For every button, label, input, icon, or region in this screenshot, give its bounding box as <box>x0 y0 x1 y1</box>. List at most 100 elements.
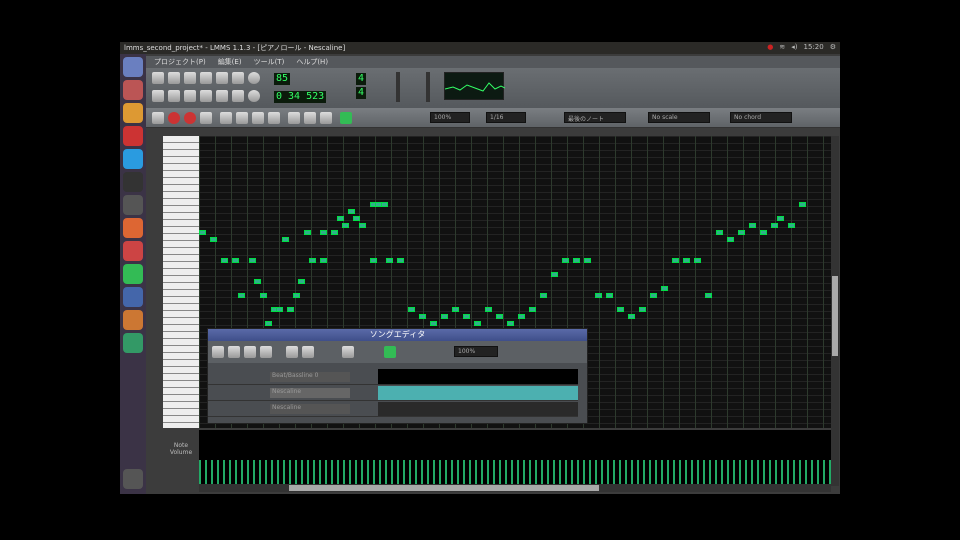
note-volume-area[interactable] <box>199 430 831 488</box>
song-editor-button[interactable] <box>152 90 164 102</box>
song-record-play-button[interactable] <box>244 346 256 358</box>
note[interactable] <box>441 314 448 319</box>
note[interactable] <box>320 230 327 235</box>
note[interactable] <box>254 279 261 284</box>
note[interactable] <box>276 307 283 312</box>
copy-button[interactable] <box>304 112 316 124</box>
note[interactable] <box>210 237 217 242</box>
controller-rack-button[interactable] <box>232 90 244 102</box>
save-button[interactable] <box>200 72 212 84</box>
draw-mode-button[interactable] <box>342 346 354 358</box>
note[interactable] <box>347 209 355 214</box>
software-center-icon[interactable] <box>123 218 143 238</box>
menu-tools[interactable]: ツール(T) <box>254 57 285 67</box>
detune-mode-button[interactable] <box>268 112 280 124</box>
volume-icon[interactable]: ◂) <box>791 43 797 51</box>
tempo-display[interactable]: 85 <box>274 73 291 85</box>
note[interactable] <box>551 272 558 277</box>
note[interactable] <box>507 321 514 326</box>
lmms-icon[interactable] <box>123 264 143 284</box>
note[interactable] <box>760 230 767 235</box>
mixer-button[interactable] <box>216 90 228 102</box>
note[interactable] <box>397 258 404 263</box>
note[interactable] <box>716 230 723 235</box>
open-project-button[interactable] <box>168 72 180 84</box>
erase-mode-button[interactable] <box>236 112 248 124</box>
scale-combo[interactable]: No scale <box>648 112 710 123</box>
note[interactable] <box>672 258 679 263</box>
song-play-button[interactable] <box>212 346 224 358</box>
note[interactable] <box>331 230 338 235</box>
note[interactable] <box>358 223 366 228</box>
note[interactable] <box>430 321 437 326</box>
note[interactable] <box>419 314 426 319</box>
quantize-combo[interactable]: 1/16 <box>486 112 526 123</box>
note[interactable] <box>237 293 245 298</box>
stop-button[interactable] <box>200 112 212 124</box>
files-icon[interactable] <box>123 80 143 100</box>
draw-mode-button[interactable] <box>220 112 232 124</box>
note[interactable] <box>221 258 228 263</box>
note[interactable] <box>639 307 646 312</box>
whats-this-button[interactable] <box>248 72 260 84</box>
track-row[interactable]: Nescaline <box>208 385 578 401</box>
track-row[interactable]: Nescaline <box>208 401 578 417</box>
trash-icon[interactable] <box>123 469 143 489</box>
oscilloscope[interactable] <box>444 72 506 100</box>
app-icon[interactable] <box>123 172 143 192</box>
note[interactable] <box>408 307 415 312</box>
chord-combo[interactable]: No chord <box>730 112 792 123</box>
note[interactable] <box>738 230 745 235</box>
add-bb-track-button[interactable] <box>286 346 298 358</box>
record-while-playing-button[interactable] <box>184 112 196 124</box>
track-name[interactable]: Nescaline <box>270 404 350 414</box>
note[interactable] <box>199 230 206 235</box>
note[interactable] <box>749 223 756 228</box>
note[interactable] <box>342 223 349 228</box>
song-zoom-combo[interactable]: 100% <box>454 346 498 357</box>
pattern-clip[interactable] <box>378 402 578 416</box>
app-icon[interactable] <box>123 195 143 215</box>
vertical-scrollbar[interactable] <box>831 136 839 486</box>
pattern-clip[interactable] <box>378 386 578 400</box>
note[interactable] <box>309 258 316 263</box>
note[interactable] <box>798 202 806 207</box>
note[interactable] <box>727 237 734 242</box>
track-name[interactable]: Beat/Bassline 0 <box>270 372 350 382</box>
note[interactable] <box>529 307 536 312</box>
note[interactable] <box>303 230 311 235</box>
export-tracks-button[interactable] <box>232 72 244 84</box>
app-icon[interactable] <box>123 310 143 330</box>
note[interactable] <box>474 321 481 326</box>
new-project-button[interactable] <box>152 72 164 84</box>
piano-keyboard[interactable] <box>163 136 199 428</box>
note[interactable] <box>496 314 503 319</box>
note[interactable] <box>650 293 657 298</box>
note[interactable] <box>281 237 289 242</box>
menu-project[interactable]: プロジェクト(P) <box>154 57 206 67</box>
note[interactable] <box>776 216 784 221</box>
note[interactable] <box>248 258 256 263</box>
app-icon[interactable] <box>123 287 143 307</box>
gear-icon[interactable]: ⚙ <box>830 43 836 51</box>
note[interactable] <box>353 216 360 221</box>
note[interactable] <box>595 293 602 298</box>
note[interactable] <box>452 307 459 312</box>
project-notes-button[interactable] <box>248 90 260 102</box>
note[interactable] <box>694 258 701 263</box>
song-stop-button[interactable] <box>260 346 272 358</box>
wifi-icon[interactable]: ≋ <box>779 43 785 51</box>
note[interactable] <box>771 223 778 228</box>
automation-editor-button[interactable] <box>200 90 212 102</box>
note[interactable] <box>518 314 525 319</box>
recent-button[interactable] <box>184 72 196 84</box>
note[interactable] <box>683 258 690 263</box>
note[interactable] <box>787 223 795 228</box>
track-row[interactable]: Beat/Bassline 0 <box>208 369 578 385</box>
skype-icon[interactable] <box>123 149 143 169</box>
note[interactable] <box>463 314 470 319</box>
dash-icon[interactable] <box>123 57 143 77</box>
track-name[interactable]: Nescaline <box>270 388 350 398</box>
app-icon[interactable] <box>123 126 143 146</box>
note[interactable] <box>369 258 377 263</box>
